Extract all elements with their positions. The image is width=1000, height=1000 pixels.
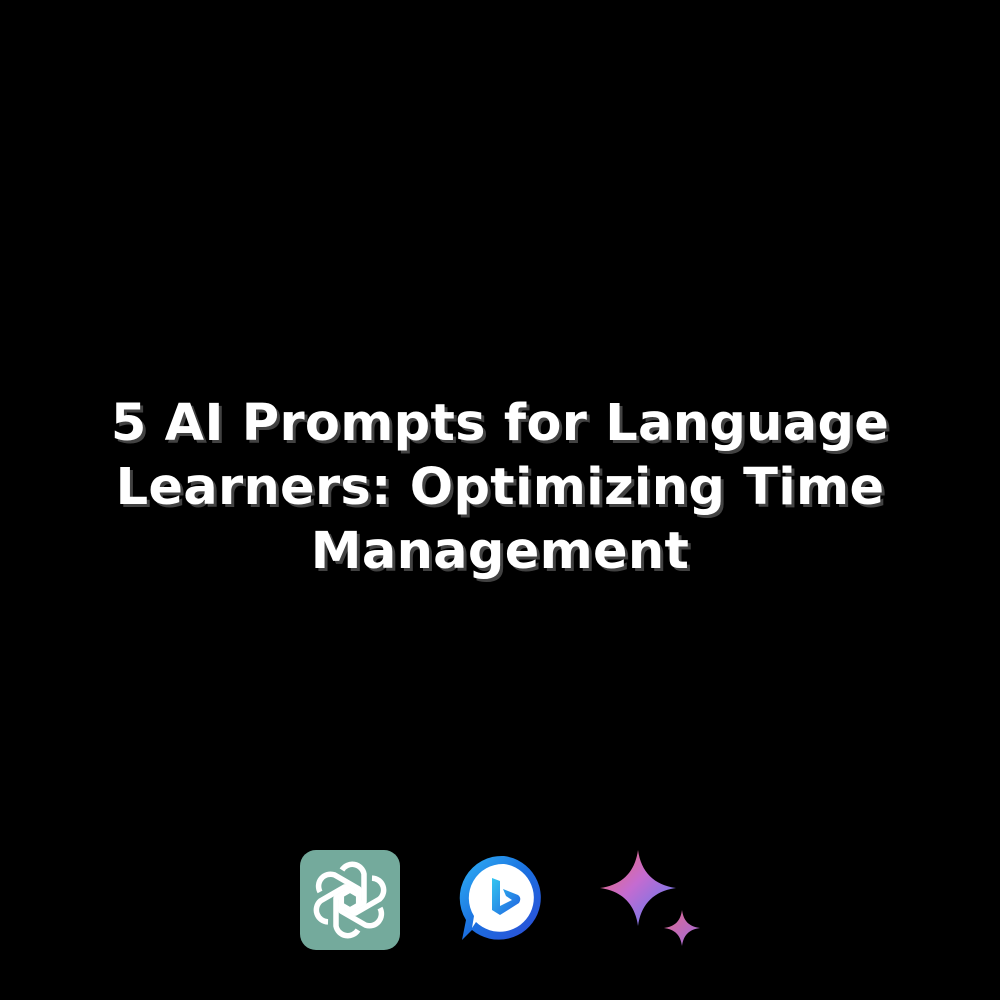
- title-line-3: Management: [310, 522, 690, 581]
- title-line-2: Learners: Optimizing Time: [115, 458, 885, 517]
- ai-logos-row: [0, 848, 1000, 952]
- title-line-1: 5 AI Prompts for Language: [110, 394, 890, 453]
- chatgpt-logo-icon: [298, 848, 402, 952]
- post-title: 5 AI Prompts for Language Learners: Opti…: [60, 392, 940, 584]
- post-card: 5 AI Prompts for Language Learners: Opti…: [0, 0, 1000, 1000]
- gemini-sparkle-icon: [598, 848, 702, 952]
- bing-chat-logo-icon: [452, 848, 556, 952]
